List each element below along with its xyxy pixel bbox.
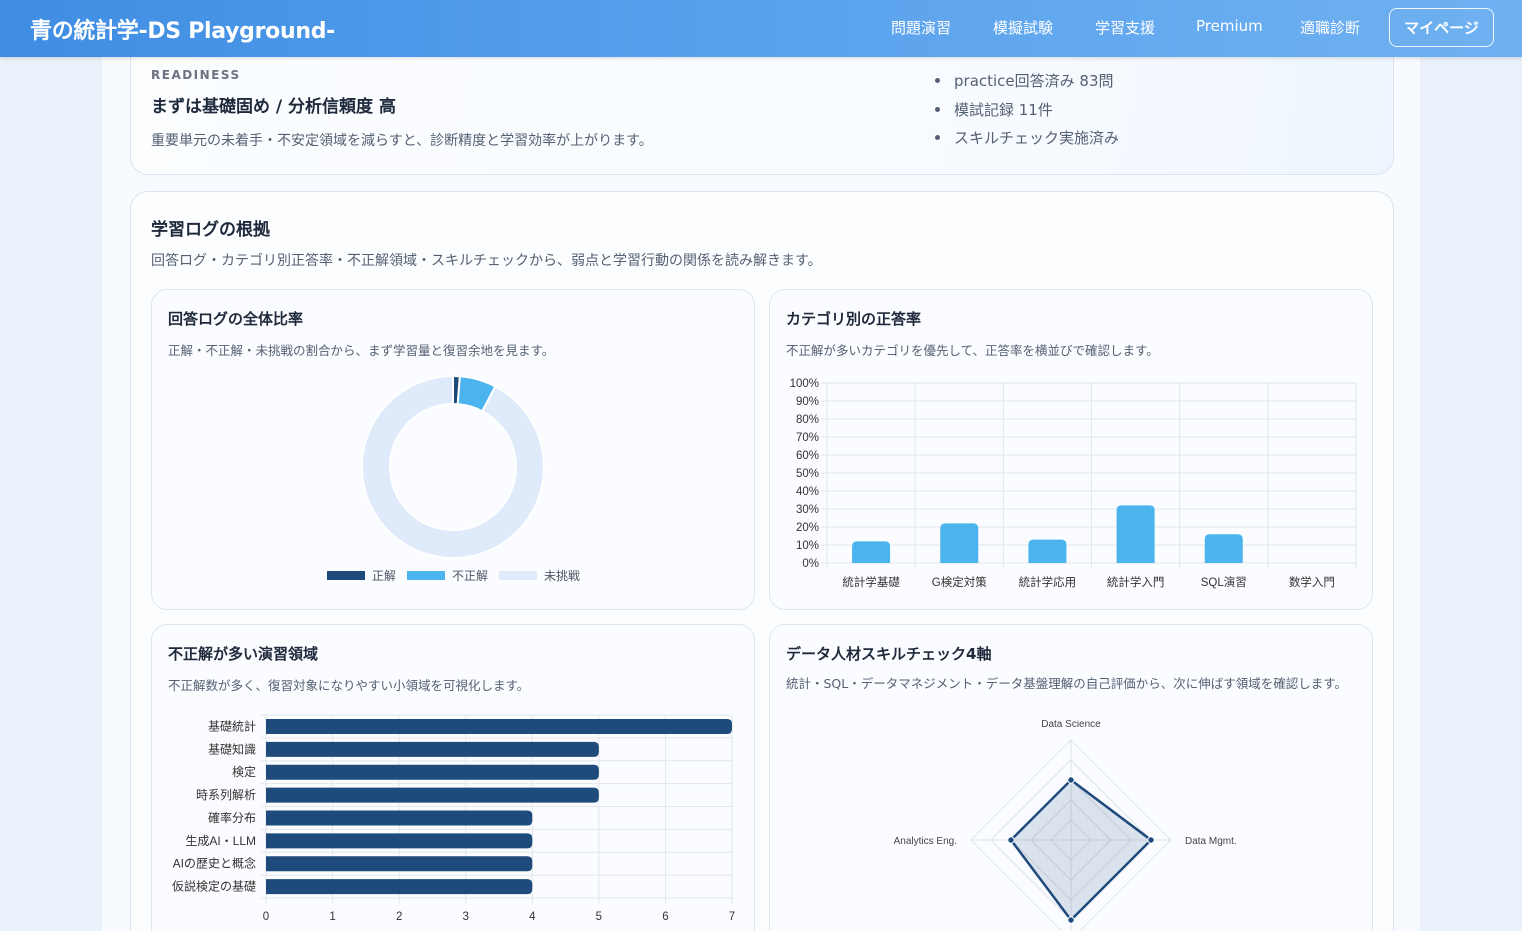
skill-panel-description: 統計・SQL・データマネジメント・データ基盤理解の自己評価から、次に伸ばす領域を… [786, 676, 1347, 691]
y-tick-label: 検定 [232, 764, 256, 779]
x-tick-label: 数学入門 [1289, 575, 1335, 589]
legend-label: 正解 [372, 569, 396, 583]
x-tick-label: 2 [396, 911, 402, 923]
radar-axis-label: Data Science [1041, 720, 1101, 730]
y-tick-label: 100% [790, 378, 819, 390]
nav-practice[interactable]: 問題演習 [891, 17, 951, 38]
radar-point [1007, 836, 1015, 844]
brand-logo[interactable]: 青の統計学-DS Playground- [30, 13, 335, 45]
wrong-areas-bar-chart: 0 1 2 3 4 5 6 7 基礎統計基礎知識検定時系列解析確率分布生成AI・LLM AIの歴史… [172, 714, 735, 923]
stat-practice-count: practice回答済み 83問 [934, 70, 1119, 99]
bar [1116, 505, 1155, 563]
section-title: 学習ログの根拠 [151, 220, 270, 240]
nav-career-diagnosis[interactable]: 適職診断 [1300, 17, 1360, 38]
x-tick-label: 4 [529, 911, 536, 923]
y-tick-label: 20% [796, 522, 819, 534]
x-tick-label: 6 [662, 911, 668, 923]
bar [1204, 534, 1243, 563]
wrong-areas-panel-description: 不正解数が多く、復習対象になりやすい小領域を可視化します。 [168, 678, 530, 693]
y-tick-label: 時系列解析 [196, 788, 256, 802]
bar [266, 718, 732, 734]
wrong-areas-panel-title: 不正解が多い演習領域 [168, 645, 319, 663]
stat-mock-records: 模試記録 11件 [934, 99, 1119, 128]
y-tick-label: 基礎知識 [208, 742, 256, 756]
radar-point [1067, 916, 1075, 924]
readiness-description: 重要単元の未着手・不安定領域を減らすと、診断精度と学習効率が上がります。 [151, 133, 653, 149]
y-tick-label: 50% [796, 468, 819, 480]
bar [266, 741, 599, 757]
y-tick-label: 90% [796, 396, 819, 408]
donut-panel-description: 正解・不正解・未挑戦の割合から、まず学習量と復習余地を見ます。 [168, 343, 555, 358]
bar [940, 523, 979, 563]
bar [266, 856, 533, 872]
bar [266, 764, 599, 780]
section-description: 回答ログ・カテゴリ別正答率・不正解領域・スキルチェックから、弱点と学習行動の関係… [151, 253, 822, 269]
category-panel-title: カテゴリ別の正答率 [786, 310, 922, 328]
readiness-title: まずは基礎固め / 分析信頼度 高 [151, 97, 396, 117]
y-tick-label: 40% [796, 486, 819, 498]
bar [1028, 539, 1067, 563]
y-tick-label: 70% [796, 432, 819, 444]
bar [266, 833, 533, 849]
top-navbar: 青の統計学-DS Playground- 問題演習 模擬試験 学習支援 Prem… [0, 0, 1522, 57]
mypage-button[interactable]: マイページ [1389, 8, 1494, 47]
radar-axis-label: Data Mgmt. [1185, 836, 1237, 847]
skill-radar-chart: Data ScienceData Mgmt.Data Eng.Analytics… [894, 720, 1237, 931]
x-tick-label: 0 [263, 911, 269, 923]
stat-skill-check: スキルチェック実施済み [934, 127, 1119, 156]
x-tick-label: 3 [463, 911, 469, 923]
y-tick-label: AIの歴史と概念 [173, 856, 256, 871]
nav-mock-exam[interactable]: 模擬試験 [993, 17, 1053, 38]
x-tick-label: 統計学基礎 [842, 575, 900, 589]
x-tick-label: SQL演習 [1201, 575, 1247, 589]
bar [852, 541, 891, 563]
y-tick-label: 80% [796, 414, 819, 426]
readiness-stats-list: practice回答済み 83問 模試記録 11件 スキルチェック実施済み [934, 70, 1119, 156]
bar [266, 787, 599, 803]
x-tick-label: 1 [329, 911, 335, 923]
x-tick-label: 統計学応用 [1019, 575, 1077, 589]
y-tick-label: 生成AI・LLM [185, 834, 256, 848]
y-tick-label: 30% [796, 504, 819, 516]
x-tick-label: 7 [729, 911, 735, 923]
donut-panel-title: 回答ログの全体比率 [168, 310, 304, 328]
legend-label: 未挑戦 [544, 569, 580, 583]
y-tick-label: 仮説検定の基礎 [172, 879, 256, 894]
legend-label: 不正解 [452, 569, 488, 583]
y-tick-label: 確率分布 [208, 810, 256, 825]
legend-swatch [327, 571, 365, 580]
donut-chart: 正解 不正解 未挑戦 [327, 374, 580, 583]
y-tick-label: 0% [802, 558, 819, 570]
radar-point [1147, 836, 1155, 844]
x-tick-label: G検定対策 [932, 575, 987, 589]
nav-premium[interactable]: Premium [1196, 17, 1263, 35]
radar-area [1009, 778, 1153, 922]
y-tick-label: 10% [796, 540, 819, 552]
x-tick-label: 統計学入門 [1107, 575, 1165, 589]
nav-study-support[interactable]: 学習支援 [1095, 17, 1155, 38]
bar [266, 810, 533, 826]
y-tick-label: 基礎統計 [208, 718, 256, 733]
donut-slice [361, 374, 545, 559]
skill-panel-title: データ人材スキルチェック4軸 [786, 645, 992, 663]
legend-swatch [499, 571, 537, 580]
y-tick-label: 60% [796, 450, 819, 462]
category-bar-chart: 0% 10% 20% 30% 40% 50% 60% 70% 80% 90% 100% 統計学基礎 G検… [790, 378, 1357, 589]
category-panel-description: 不正解が多いカテゴリを優先して、正答率を横並びで確認します。 [786, 343, 1159, 358]
readiness-eyebrow: READINESS [151, 68, 241, 82]
radar-axis-label: Analytics Eng. [894, 836, 957, 847]
radar-point [1067, 776, 1075, 784]
legend-swatch [407, 571, 445, 580]
bar [266, 879, 533, 895]
x-tick-label: 5 [596, 911, 602, 923]
